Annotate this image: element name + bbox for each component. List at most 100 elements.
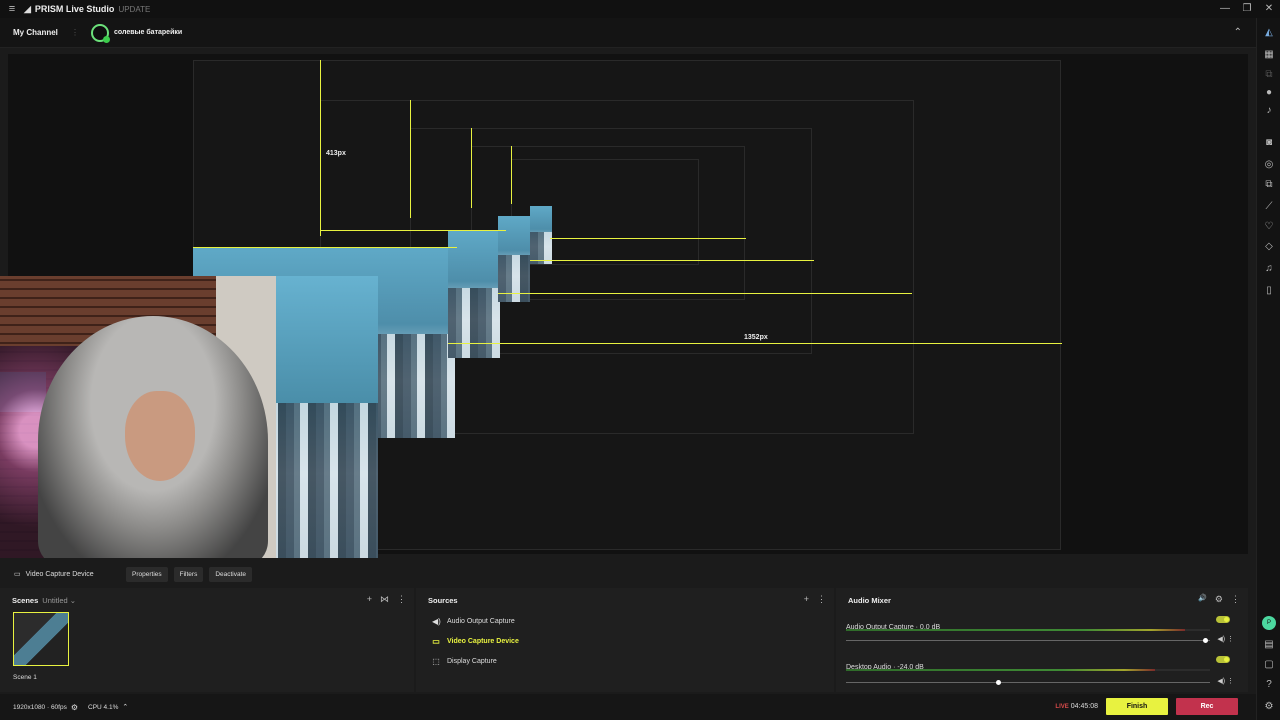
guide-horizontal-4	[550, 238, 746, 239]
volume-knob[interactable]	[1203, 638, 1209, 643]
selected-source-label: Video Capture Device	[25, 570, 94, 578]
audio-mixer-panel: Audio Mixer 🔊 ⚙ ⋮ Audio Output Capture ·…	[836, 588, 1248, 692]
channel-avatar[interactable]	[91, 23, 110, 43]
update-badge[interactable]: UPDATE	[118, 5, 150, 14]
broadcast-controls: LIVE 04:45:08 Finish Rec	[1055, 698, 1238, 715]
window-controls: — ❐ ✕	[1214, 0, 1280, 18]
trash-icon[interactable]: ▯	[1262, 284, 1276, 298]
source-label: Video Capture Device	[447, 638, 519, 645]
selected-source: ▭ Video Capture Device	[14, 570, 126, 579]
scenes-title: Scenes	[12, 596, 39, 605]
volume-slider[interactable]	[846, 680, 1210, 685]
resolution-label: 1920x1080 · 60fps	[13, 703, 67, 711]
video-camera-icon: ▭	[432, 637, 440, 646]
note-icon[interactable]: ▢	[1262, 658, 1276, 672]
maximize-icon[interactable]: ❐	[1236, 0, 1258, 18]
finish-button[interactable]: Finish	[1106, 698, 1168, 715]
brush-icon[interactable]: ⟋	[1262, 200, 1276, 214]
sources-tools: + ⋮	[804, 594, 826, 605]
gear-icon[interactable]: ⚙	[1215, 594, 1223, 605]
status-bar: 1920x1080 · 60fps ⚙ CPU 4.1% ⌃ LIVE 04:4…	[0, 694, 1256, 720]
guide-vertical-4	[511, 146, 512, 204]
camera-icon[interactable]: ◙	[1262, 136, 1276, 150]
mixer-title: Audio Mixer	[848, 596, 891, 605]
hamburger-icon[interactable]: ≡	[0, 3, 24, 15]
volume-slider[interactable]	[846, 638, 1210, 643]
source-item[interactable]: ◀) Audio Output Capture	[432, 617, 515, 626]
mixer-more-icon[interactable]: ⋮	[1231, 594, 1240, 605]
person-face	[125, 391, 195, 481]
window-view-4	[530, 206, 552, 264]
heart-icon[interactable]: ♡	[1262, 220, 1276, 234]
layout-icon[interactable]: ▦	[1262, 48, 1276, 62]
filters-button[interactable]: Filters	[173, 566, 204, 582]
window-icon[interactable]: ⧉	[1262, 178, 1276, 192]
channel-speaker-icon[interactable]: ◀) ⋮	[1217, 635, 1234, 643]
scene-thumbnail[interactable]	[13, 612, 69, 666]
guide-horizontal-3	[530, 260, 814, 261]
channel-speaker-icon[interactable]: ◀) ⋮	[1217, 677, 1234, 685]
guide-horizontal-1	[448, 343, 1062, 344]
sources-more-icon[interactable]: ⋮	[817, 594, 826, 605]
channel-bar: My Channel ⋮ солевые батарейки ⌃	[0, 18, 1256, 48]
mixer-channel: Desktop Audio · -24.0 dB ◀) ⋮	[846, 656, 1238, 686]
window-view-3	[498, 216, 530, 302]
scene-collection-dropdown[interactable]: Untitled ⌄	[42, 596, 76, 605]
mixer-tools: 🔊 ⚙ ⋮	[1198, 594, 1240, 605]
add-source-icon[interactable]: +	[804, 594, 809, 605]
close-icon[interactable]: ✕	[1258, 0, 1280, 18]
gear-icon[interactable]: ⚙	[71, 703, 78, 712]
prism-logo-icon: ◢	[24, 3, 31, 14]
chat-icon[interactable]: ●	[1262, 86, 1276, 100]
copy-icon[interactable]: ⧉	[1262, 68, 1276, 82]
music-icon[interactable]: ♫	[1262, 262, 1276, 276]
webcam-icon[interactable]: ◎	[1262, 158, 1276, 172]
video-camera-icon: ▭	[14, 571, 21, 578]
channel-menu-icon[interactable]: ⋮	[71, 28, 89, 37]
channel-name[interactable]: солевые батарейки	[114, 29, 182, 36]
prism-lens-icon[interactable]: ◭	[1262, 26, 1276, 40]
webcam-feed[interactable]	[0, 276, 378, 558]
deactivate-button[interactable]: Deactivate	[209, 566, 253, 582]
scenes-tools: + ⋈ ⋮	[367, 594, 406, 605]
bell-icon[interactable]: ♪	[1262, 104, 1276, 118]
minimize-icon[interactable]: —	[1214, 0, 1236, 18]
source-item[interactable]: ⬚ Display Capture	[432, 657, 497, 666]
guide-horizontal-6	[320, 230, 506, 231]
help-icon[interactable]: ?	[1262, 678, 1276, 692]
source-toolbar: ▭ Video Capture Device Properties Filter…	[0, 564, 1256, 584]
stats-icon[interactable]: ▤	[1262, 638, 1276, 652]
my-channel-label[interactable]: My Channel	[13, 28, 71, 37]
volume-knob[interactable]	[995, 680, 1001, 685]
sources-title: Sources	[428, 596, 458, 605]
cpu-usage: CPU 4.1%	[88, 703, 119, 711]
scenes-more-icon[interactable]: ⋮	[397, 594, 406, 605]
guide-vertical-3	[471, 128, 472, 208]
channel-toggle[interactable]	[1216, 656, 1230, 663]
tag-icon[interactable]: ◇	[1262, 240, 1276, 254]
source-label: Audio Output Capture	[447, 618, 515, 625]
level-meter	[846, 629, 1210, 631]
scenes-header: Scenes Untitled ⌄	[12, 596, 76, 605]
chevron-up-icon[interactable]: ⌃	[122, 703, 128, 711]
guide-horizontal-2	[498, 293, 912, 294]
scenes-panel: Scenes Untitled ⌄ + ⋈ ⋮ Scene 1	[0, 588, 414, 692]
window-view-2	[448, 230, 500, 358]
level-fill	[846, 669, 1156, 671]
settings-icon[interactable]: ⚙	[1262, 700, 1276, 714]
mixer-channel: Audio Output Capture · 0.0 dB ◀) ⋮	[846, 616, 1238, 646]
chevron-up-icon[interactable]: ⌃	[1234, 27, 1242, 38]
add-scene-icon[interactable]: +	[367, 594, 372, 605]
guide-vertical-1	[320, 60, 321, 236]
scene-label[interactable]: Scene 1	[13, 674, 37, 681]
live-timer: 04:45:08	[1070, 703, 1098, 710]
plus-badge-icon[interactable]: P	[1262, 616, 1276, 630]
transition-icon[interactable]: ⋈	[380, 594, 389, 605]
right-sidebar: ◭ ▦ ⧉ ● ♪ ◙ ◎ ⧉ ⟋ ♡ ◇ ♫ ▯ P ▤ ▢ ? ⚙	[1256, 18, 1280, 720]
source-label: Display Capture	[447, 658, 497, 665]
properties-button[interactable]: Properties	[126, 566, 168, 582]
speaker-icon[interactable]: 🔊	[1198, 594, 1207, 605]
channel-toggle[interactable]	[1216, 616, 1230, 623]
source-item[interactable]: ▭ Video Capture Device	[432, 637, 519, 646]
rec-button[interactable]: Rec	[1176, 698, 1238, 715]
